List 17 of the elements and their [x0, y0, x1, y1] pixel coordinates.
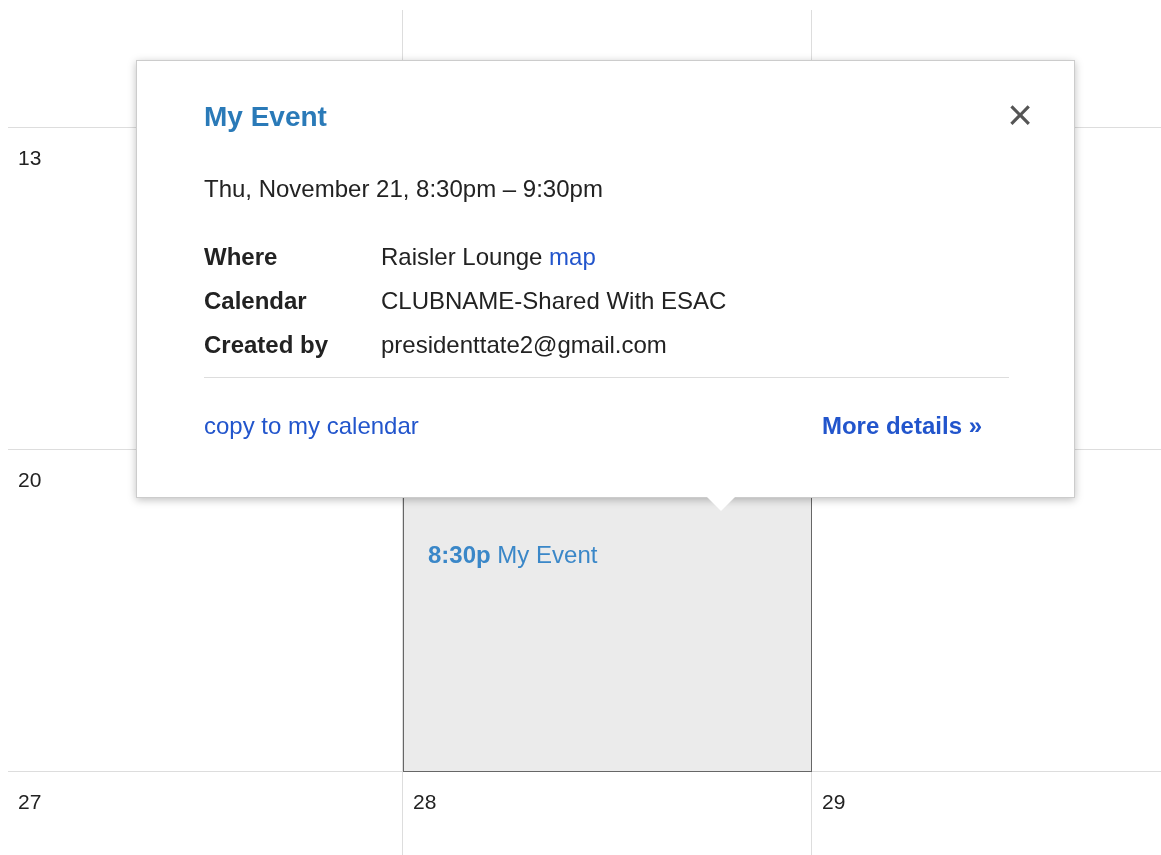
day-number: 13 — [18, 145, 42, 171]
day-number: 27 — [18, 789, 42, 815]
day-number: 28 — [413, 789, 437, 815]
detail-label: Created by — [204, 330, 330, 361]
detail-label: Calendar — [204, 286, 308, 317]
more-details-link[interactable]: More details » — [821, 408, 982, 445]
event-time: Thu, November 21, 8:30pm – 9:30pm — [204, 174, 604, 205]
copy-calendar-link[interactable]: copy to my calendar — [204, 408, 419, 445]
close-button[interactable]: × — [1002, 97, 1038, 133]
event-title: My Event — [204, 100, 328, 134]
detail-value: CLUBNAME-Shared With ESAC — [381, 287, 727, 315]
detail-value: Raisler Lounge — [381, 243, 543, 271]
day-number: 29 — [822, 789, 846, 815]
day-number: 20 — [18, 467, 42, 493]
map-link[interactable]: map — [549, 243, 596, 271]
detail-value: presidenttate2@gmail.com — [381, 331, 667, 359]
detail-label: Where — [204, 242, 279, 273]
